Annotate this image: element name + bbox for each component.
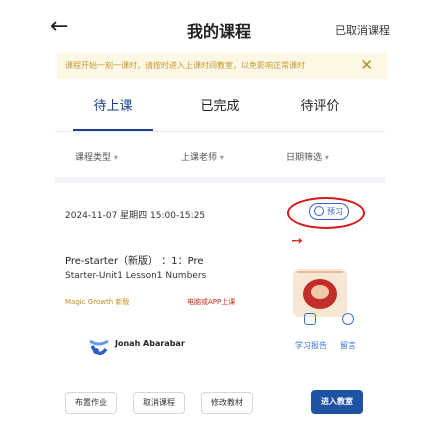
report-icon[interactable] [304, 313, 316, 325]
filter-teacher[interactable]: 上课老师 ▾ [181, 150, 224, 163]
filter-bar: 课程类型 ▾ 上课老师 ▾ 日期筛选 ▾ [55, 150, 385, 170]
tab-completed[interactable]: 已完成 [180, 95, 260, 114]
top-bar: ← 我的课程 已取消课程 [0, 0, 438, 56]
lesson-datetime: 2024-11-07 星期四 15:00-15:25 [65, 211, 206, 221]
clock-icon [314, 206, 324, 216]
assign-homework-button[interactable]: 布置作业 [65, 392, 117, 414]
cancel-lesson-button[interactable]: 取消课程 [133, 392, 185, 414]
filter-date[interactable]: 日期筛选 ▾ [286, 150, 329, 163]
notice-banner: 课程开始一刻一课时，请按时进入上课时间教室，以免影响正常课时 ✕ [57, 53, 387, 79]
filter-label: 课程类型 [75, 153, 112, 163]
filter-course-type[interactable]: 课程类型 ▾ [75, 150, 118, 163]
chevron-down-icon: ▾ [324, 153, 329, 162]
change-material-button[interactable]: 修改教材 [201, 392, 253, 414]
notice-text: 课程开始一刻一课时，请按时进入上课时间教室，以免影响正常课时 [65, 61, 305, 70]
teacher-logo-icon [89, 339, 109, 356]
unit-title: Starter-Unit1 Lesson1 Numbers [65, 271, 207, 281]
study-report-link[interactable]: 学习报告 [295, 340, 327, 351]
course-name: Pre-starter（新版） ：1：Pre [65, 256, 204, 267]
message-link[interactable]: 留言 [340, 340, 356, 351]
lesson-card: 2024-11-07 星期四 15:00-15:25 预习 ➚ Pre-star… [55, 183, 385, 433]
chevron-down-icon: ▾ [113, 153, 118, 162]
filter-label: 上课老师 [181, 153, 218, 163]
status-tabs: 待上课 已完成 待评价 [55, 95, 385, 131]
cancelled-courses-link[interactable]: 已取消课程 [335, 22, 390, 38]
tab-to-review[interactable]: 待评价 [280, 95, 360, 114]
preview-button[interactable]: 预习 [309, 203, 349, 220]
course-tag: Magic Growth 新版 [65, 298, 130, 306]
teacher-name: Jonah Abarabar [115, 339, 185, 348]
filter-label: 日期筛选 [286, 153, 323, 163]
enter-classroom-button[interactable]: 进入教室 [311, 390, 363, 414]
close-icon[interactable]: ✕ [360, 56, 373, 74]
message-icon[interactable] [342, 313, 354, 325]
arrow-annotation-icon: ➚ [287, 231, 307, 251]
platform-tag: 电脑或APP上课 [187, 298, 236, 306]
tabs-divider [55, 131, 385, 132]
course-thumbnail[interactable] [293, 269, 347, 317]
chevron-down-icon: ▾ [219, 153, 224, 162]
preview-label: 预习 [327, 207, 343, 216]
tab-upcoming[interactable]: 待上课 [73, 95, 153, 114]
